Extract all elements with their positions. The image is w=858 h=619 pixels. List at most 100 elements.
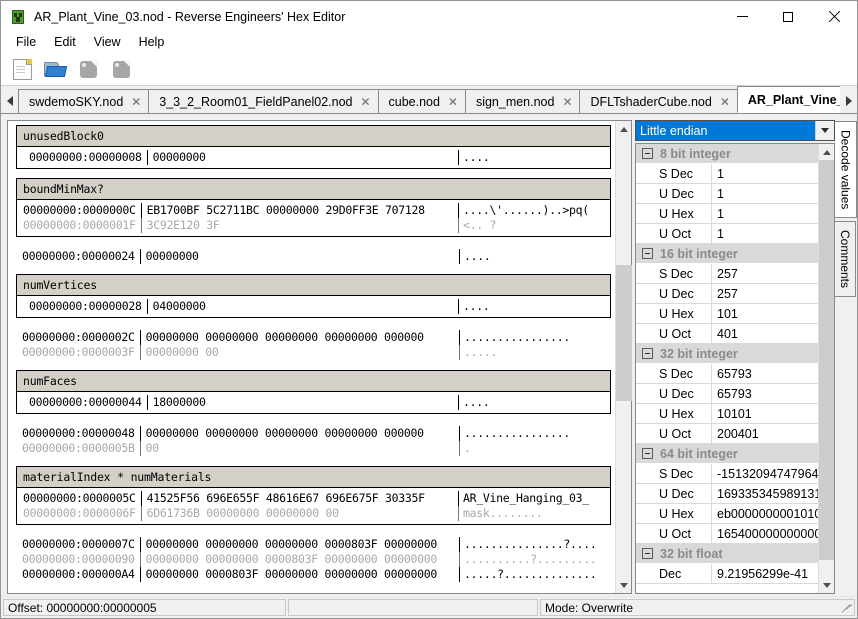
hex-row-ascii[interactable]: ................ — [459, 330, 611, 345]
collapse-toggle-icon[interactable] — [642, 548, 653, 559]
decode-value-row[interactable]: S Dec1 — [636, 164, 818, 184]
hex-row[interactable]: 00000000:0000006F6D61736B 00000000 00000… — [17, 506, 610, 521]
file-tab[interactable]: DFLTshaderCube.nod✕ — [579, 89, 737, 113]
menu-item-help[interactable]: Help — [130, 33, 174, 52]
collapse-toggle-icon[interactable] — [642, 248, 653, 259]
hex-row-bytes[interactable]: 00000000 00000000 00000000 00000000 0000… — [140, 426, 459, 441]
decode-value-row[interactable]: U Oct1 — [636, 224, 818, 244]
decode-value-data[interactable]: 1 — [712, 204, 818, 223]
decode-value-row[interactable]: S Dec257 — [636, 264, 818, 284]
file-tab[interactable]: 3_3_2_Room01_FieldPanel02.nod✕ — [148, 89, 378, 113]
decode-value-data[interactable]: 1654000000000000200401 — [712, 524, 818, 543]
decode-group-header[interactable]: 32 bit integer — [636, 344, 818, 364]
decode-value-row[interactable]: S Dec65793 — [636, 364, 818, 384]
decode-group-header[interactable]: 64 bit integer — [636, 444, 818, 464]
hex-row[interactable]: 00000000:0000002804000000.... — [17, 299, 610, 314]
decode-value-data[interactable]: 65793 — [712, 364, 818, 383]
decode-value-row[interactable]: U Dec65793 — [636, 384, 818, 404]
file-tab-close-icon[interactable]: ✕ — [447, 95, 459, 109]
hex-row-ascii[interactable]: .... — [458, 150, 610, 165]
hex-row-ascii[interactable]: .... — [458, 395, 610, 410]
menu-item-file[interactable]: File — [7, 33, 45, 52]
file-tab-close-icon[interactable]: ✕ — [360, 95, 372, 109]
decode-value-data[interactable]: 101 — [712, 304, 818, 323]
hex-row-ascii[interactable]: .....?.............. — [459, 567, 611, 582]
decode-group-header[interactable]: 8 bit integer — [636, 144, 818, 164]
hex-row[interactable]: 00000000:0000004800000000 00000000 00000… — [16, 426, 611, 441]
save-as-file-button[interactable] — [106, 55, 136, 83]
minimize-button[interactable] — [719, 1, 765, 32]
hex-row[interactable]: 00000000:0000007C00000000 00000000 00000… — [16, 537, 611, 552]
collapse-toggle-icon[interactable] — [642, 148, 653, 159]
decode-value-data[interactable]: 257 — [712, 284, 818, 303]
hex-row-ascii[interactable]: ...............?.... — [459, 537, 611, 552]
tab-scroll-right-icon[interactable] — [840, 89, 857, 113]
hex-row[interactable]: 00000000:0000001F3C92E120 3F<.. ? — [17, 218, 610, 233]
decode-scroll-thumb[interactable] — [819, 160, 835, 560]
decode-value-row[interactable]: U Dec257 — [636, 284, 818, 304]
file-tab-close-icon[interactable]: ✕ — [130, 95, 142, 109]
menu-item-view[interactable]: View — [85, 33, 130, 52]
hex-vertical-scrollbar[interactable] — [615, 121, 631, 593]
decode-value-data[interactable]: 1 — [712, 224, 818, 243]
decode-group-header[interactable]: 32 bit float — [636, 544, 818, 564]
file-tab[interactable]: sign_men.nod✕ — [465, 89, 581, 113]
hex-row-ascii[interactable]: .... — [459, 249, 611, 264]
hex-row-bytes[interactable]: 3C92E120 3F — [141, 218, 458, 233]
decode-value-row[interactable]: U Oct200401 — [636, 424, 818, 444]
scroll-track[interactable] — [616, 137, 632, 577]
hex-row[interactable]: 00000000:0000005C41525F56 696E655F 48616… — [17, 491, 610, 506]
decode-value-data[interactable]: 65793 — [712, 384, 818, 403]
hex-row[interactable]: 00000000:0000009000000000 00000000 00008… — [16, 552, 611, 567]
collapse-toggle-icon[interactable] — [642, 448, 653, 459]
maximize-button[interactable] — [765, 1, 811, 32]
hex-row[interactable]: 00000000:0000000CEB1700BF 5C2711BC 00000… — [17, 203, 610, 218]
hex-row-bytes[interactable]: 00000000 00000000 00000000 00000000 0000… — [140, 330, 459, 345]
decode-value-row[interactable]: U Hex101 — [636, 304, 818, 324]
file-tab-close-icon[interactable]: ✕ — [719, 95, 731, 109]
decode-group-header[interactable]: 16 bit integer — [636, 244, 818, 264]
hex-row-bytes[interactable]: 6D61736B 00000000 00000000 00 — [141, 506, 458, 521]
decode-scroll-down-icon[interactable] — [819, 577, 835, 593]
hex-row-ascii[interactable]: <.. ? — [458, 218, 610, 233]
hex-row-ascii[interactable]: AR_Vine_Hanging_03_ — [458, 491, 610, 506]
hex-row-ascii[interactable]: .... — [458, 299, 610, 314]
decode-value-row[interactable]: U Oct401 — [636, 324, 818, 344]
save-file-button[interactable] — [73, 55, 103, 83]
side-tab-decode-values[interactable]: Decode values — [835, 121, 857, 218]
collapse-toggle-icon[interactable] — [642, 348, 653, 359]
close-button[interactable] — [811, 1, 857, 32]
decode-value-data[interactable]: 1 — [712, 164, 818, 183]
decode-value-row[interactable]: U Hex1 — [636, 204, 818, 224]
decode-scroll-track[interactable] — [819, 160, 835, 577]
hex-row[interactable]: 00000000:000000A400000000 0000803F 00000… — [16, 567, 611, 582]
file-tab[interactable]: cube.nod✕ — [378, 89, 466, 113]
decode-value-data[interactable]: 16933534598913130753 — [712, 484, 818, 503]
decode-value-row[interactable]: U Hex10101 — [636, 404, 818, 424]
file-tab[interactable]: AR_Plant_Vine_03.nod — [737, 86, 840, 113]
scroll-down-icon[interactable] — [616, 577, 632, 593]
new-file-button[interactable] — [7, 55, 37, 83]
decode-value-row[interactable]: U Dec16933534598913130753 — [636, 484, 818, 504]
hex-row[interactable]: 00000000:0000002C00000000 00000000 00000… — [16, 330, 611, 345]
decode-vertical-scrollbar[interactable] — [818, 144, 834, 593]
hex-row-bytes[interactable]: 00000000 00000000 00000000 0000803F 0000… — [140, 537, 459, 552]
hex-row[interactable]: 00000000:0000002400000000.... — [16, 249, 611, 264]
hex-row-bytes[interactable]: 41525F56 696E655F 48616E67 696E675F 3033… — [141, 491, 458, 506]
decode-value-row[interactable]: U Dec1 — [636, 184, 818, 204]
decode-value-row[interactable]: U Hexeb00000000010101 — [636, 504, 818, 524]
decode-value-data[interactable]: 10101 — [712, 404, 818, 423]
endian-select[interactable]: Little endian — [635, 120, 835, 141]
hex-row-bytes[interactable]: 00 — [140, 441, 459, 456]
hex-row-ascii[interactable]: . — [459, 441, 611, 456]
decode-value-data[interactable]: eb00000000010101 — [712, 504, 818, 523]
hex-row-bytes[interactable]: 00000000 00 — [140, 345, 459, 360]
decode-value-data[interactable]: 401 — [712, 324, 818, 343]
open-file-button[interactable] — [40, 55, 70, 83]
hex-row-bytes[interactable]: 00000000 00000000 0000803F 00000000 0000… — [140, 552, 459, 567]
side-tab-comments[interactable]: Comments — [835, 221, 856, 297]
hex-row[interactable]: 00000000:0000004418000000.... — [17, 395, 610, 410]
chevron-down-icon[interactable] — [815, 121, 834, 140]
decode-value-row[interactable]: S Dec-1513209474796420863 — [636, 464, 818, 484]
hex-row-ascii[interactable]: ....\'......)..>pq( — [458, 203, 610, 218]
